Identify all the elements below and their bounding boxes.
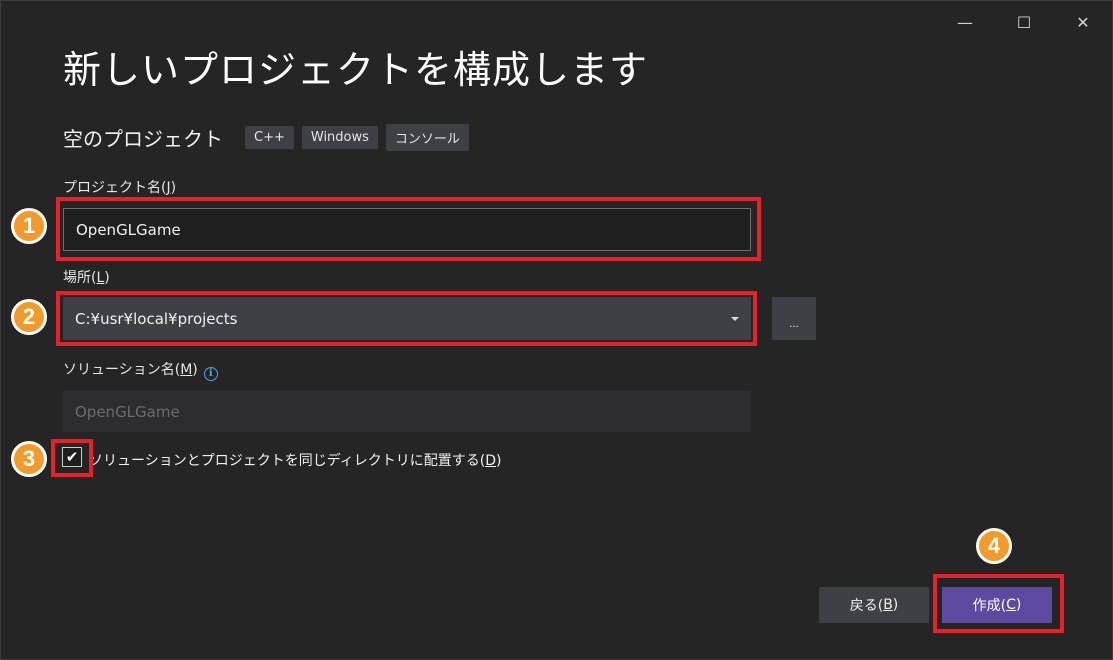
project-name-label: プロジェクト名(J) xyxy=(63,180,177,196)
location-label: 場所(L) xyxy=(63,270,110,286)
create-button[interactable]: 作成(C) xyxy=(942,587,1052,623)
browse-label: ... xyxy=(789,319,799,330)
step-badge-1: 1 xyxy=(11,208,47,244)
minimize-button[interactable]: — xyxy=(952,11,978,33)
location-value: C:¥usr¥local¥projects xyxy=(75,309,238,328)
tag-type: コンソール xyxy=(385,124,469,151)
browse-button[interactable]: ... xyxy=(772,297,816,340)
tag-platform: Windows xyxy=(301,126,378,149)
solution-name-placeholder: OpenGLGame xyxy=(75,402,180,421)
solution-name-label: ソリューション名(M) i xyxy=(63,359,218,381)
maximize-icon: ☐ xyxy=(1016,12,1032,32)
checkmark-icon: ✔ xyxy=(65,448,79,466)
dropdown-arrow-icon[interactable] xyxy=(731,316,739,321)
step-badge-2: 2 xyxy=(11,299,47,335)
step-badge-3: 3 xyxy=(11,441,47,477)
info-icon[interactable]: i xyxy=(203,366,218,381)
template-name: 空のプロジェクト xyxy=(63,127,223,151)
solution-name-input: OpenGLGame xyxy=(63,391,751,432)
location-combobox[interactable]: C:¥usr¥local¥projects xyxy=(63,297,751,340)
close-button[interactable]: ✕ xyxy=(1070,11,1096,33)
project-name-value: OpenGLGame xyxy=(76,220,181,239)
step-badge-4: 4 xyxy=(976,528,1012,564)
back-button[interactable]: 戻る(B) xyxy=(819,587,929,623)
dialog-window: — ☐ ✕ 新しいプロジェクトを構成します 空のプロジェクト C++ Windo… xyxy=(0,0,1113,660)
same-directory-checkbox[interactable]: ✔ xyxy=(62,447,82,467)
maximize-button[interactable]: ☐ xyxy=(1011,11,1037,33)
page-title: 新しいプロジェクトを構成します xyxy=(63,48,649,92)
project-name-input[interactable]: OpenGLGame xyxy=(63,208,751,251)
tag-language: C++ xyxy=(245,126,294,149)
template-info: 空のプロジェクト C++ Windows コンソール xyxy=(63,123,477,152)
minimize-icon: — xyxy=(957,12,973,32)
close-icon: ✕ xyxy=(1076,12,1090,32)
same-directory-label[interactable]: ソリューションとプロジェクトを同じディレクトリに配置する(D) xyxy=(89,450,501,470)
